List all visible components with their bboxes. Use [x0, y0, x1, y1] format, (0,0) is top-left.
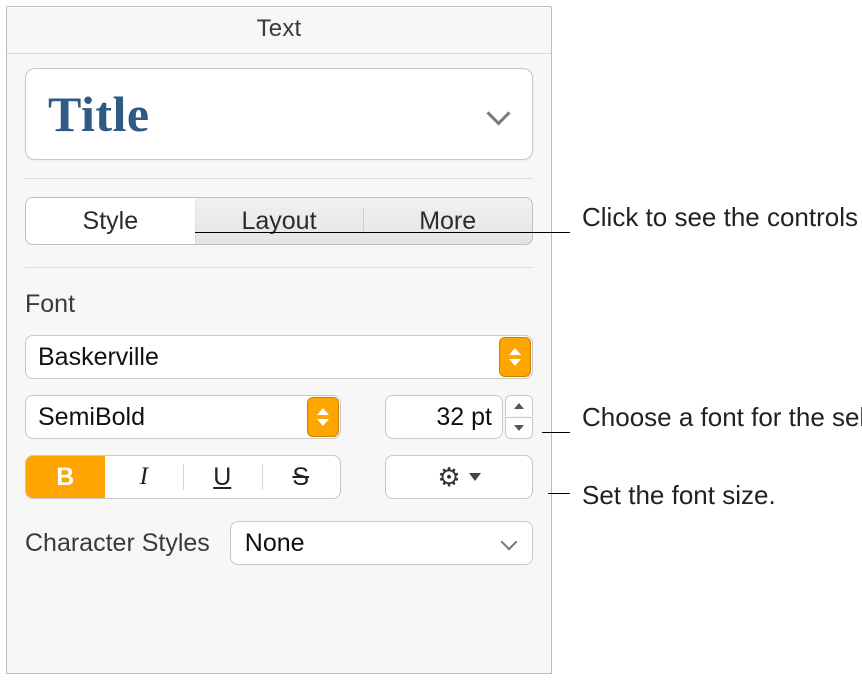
italic-toggle[interactable]: I [105, 456, 184, 498]
callout-leader [192, 232, 570, 233]
panel-title: Text [7, 7, 551, 53]
font-size-stepper[interactable] [505, 395, 533, 439]
chevron-down-icon [486, 107, 510, 121]
advanced-options-popup[interactable]: ⚙ [385, 455, 533, 499]
chevron-down-icon [500, 538, 518, 549]
style-gear-row: B I U S ⚙ [25, 455, 533, 499]
divider [7, 53, 551, 54]
triangle-up-icon [514, 403, 524, 409]
bold-toggle[interactable]: B [26, 456, 105, 498]
callout-font-family: Choose a font for the selected text. [582, 400, 862, 435]
font-section-title: Font [25, 290, 533, 319]
updown-arrows-icon [499, 337, 531, 377]
chevron-down-icon [469, 473, 481, 481]
character-styles-label: Character Styles [25, 529, 210, 558]
font-size-control: 32 pt [385, 395, 533, 439]
strikethrough-toggle[interactable]: S [262, 456, 341, 498]
paragraph-style-label: Title [48, 85, 150, 143]
character-styles-row: Character Styles None [7, 521, 551, 565]
font-section: Font Baskerville SemiBold 32 pt [7, 268, 551, 499]
triangle-down-icon [514, 425, 524, 431]
paragraph-style-popup[interactable]: Title [25, 68, 533, 160]
character-styles-popup[interactable]: None [230, 521, 533, 565]
callout-leader [542, 432, 570, 433]
tab-layout[interactable]: Layout [195, 198, 364, 244]
font-family-popup[interactable]: Baskerville [25, 335, 533, 379]
text-inspector-panel: Text Title Style Layout More Font Basker… [6, 6, 552, 674]
tab-more[interactable]: More [363, 198, 532, 244]
underline-toggle[interactable]: U [183, 456, 262, 498]
callout-tabs: Click to see the controls below. [582, 200, 862, 235]
font-size-value: 32 pt [436, 403, 492, 432]
paragraph-style-section: Title [25, 68, 533, 160]
segmented-control: Style Layout More [25, 197, 533, 245]
text-style-toggle-group: B I U S [25, 455, 341, 499]
tab-style[interactable]: Style [26, 198, 195, 244]
font-size-field[interactable]: 32 pt [385, 395, 503, 439]
inspector-tabs: Style Layout More [7, 179, 551, 267]
callout-font-size: Set the font size. [582, 478, 776, 513]
stepper-down[interactable] [505, 417, 533, 439]
character-styles-value: None [245, 529, 305, 558]
callout-leader [548, 493, 570, 494]
font-family-value: Baskerville [38, 343, 499, 372]
weight-size-row: SemiBold 32 pt [25, 395, 533, 439]
updown-arrows-icon [307, 397, 339, 437]
font-weight-value: SemiBold [38, 403, 307, 432]
font-weight-popup[interactable]: SemiBold [25, 395, 341, 439]
stepper-up[interactable] [505, 395, 533, 416]
gear-icon: ⚙ [437, 464, 460, 490]
